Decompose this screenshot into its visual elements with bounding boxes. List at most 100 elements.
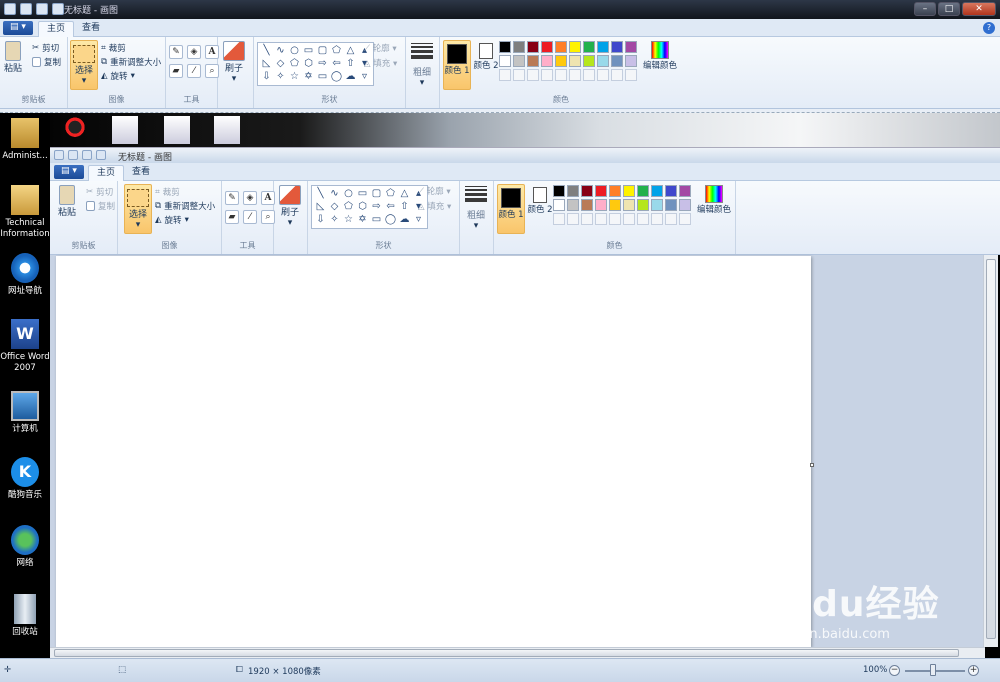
custom-color-slot-1[interactable]	[513, 69, 525, 81]
color-swatch-1-6[interactable]	[583, 55, 595, 67]
color-picker-icon[interactable]: ⁄	[243, 210, 257, 224]
color-swatch-0-5[interactable]	[623, 185, 635, 197]
color-swatch-1-0[interactable]	[553, 199, 565, 211]
color2-button[interactable]: 颜色 2	[473, 43, 499, 71]
rectangle-shape-icon[interactable]: ▭	[302, 45, 315, 57]
callout-oval-shape-icon[interactable]: ◯	[384, 214, 397, 226]
desktop-icon-recycle-bin[interactable]: 回收站	[0, 594, 50, 638]
hexagon-shape-icon[interactable]: ⬡	[302, 58, 315, 70]
color-picker-icon[interactable]: ⁄	[187, 64, 201, 78]
callout-cloud-shape-icon[interactable]: ☁	[344, 71, 357, 83]
fill-bucket-icon[interactable]: ◈	[243, 191, 257, 205]
qq-icon[interactable]	[62, 116, 88, 144]
inner-color-palette[interactable]	[553, 185, 691, 225]
custom-color-slot-4[interactable]	[555, 69, 567, 81]
vertical-scroll-thumb[interactable]	[986, 259, 996, 639]
color-swatch-0-9[interactable]	[625, 41, 637, 53]
four-star-shape-icon[interactable]: ✧	[274, 71, 287, 83]
zoom-out-button[interactable]: −	[889, 665, 900, 676]
color-swatch-0-7[interactable]	[597, 41, 609, 53]
word-doc-icon[interactable]	[164, 116, 190, 144]
custom-color-slot-8[interactable]	[665, 213, 677, 225]
inner-color1-button[interactable]: 颜色 1	[497, 184, 525, 234]
inner-size-button[interactable]: 粗细 ▾	[465, 186, 487, 231]
select-button[interactable]: 选择 ▾	[70, 40, 98, 90]
callout-cloud-shape-icon[interactable]: ☁	[398, 214, 411, 226]
color-swatch-1-0[interactable]	[499, 55, 511, 67]
color-swatch-1-7[interactable]	[597, 55, 609, 67]
five-star-shape-icon[interactable]: ☆	[288, 71, 301, 83]
color-swatch-0-4[interactable]	[555, 41, 567, 53]
color-swatch-1-4[interactable]	[555, 55, 567, 67]
color-swatch-1-7[interactable]	[651, 199, 663, 211]
custom-color-slot-6[interactable]	[583, 69, 595, 81]
custom-color-slot-2[interactable]	[527, 69, 539, 81]
triangle-shape-icon[interactable]: △	[344, 45, 357, 57]
custom-color-slot-1[interactable]	[567, 213, 579, 225]
custom-color-slot-3[interactable]	[595, 213, 607, 225]
shapes-gallery[interactable]: ╲ ∿ ○ ▭ ▢ ⬠ △ ▴ ◺ ◇ ⬠ ⬡ ⇨ ⇦ ⇧ ▾ ⇩ ✧ ☆ ✡ ▭ ◯ ☁ ▿	[257, 42, 374, 86]
desktop-icon-computer[interactable]: 计算机	[0, 391, 50, 435]
right-arrow-shape-icon[interactable]: ⇨	[316, 58, 329, 70]
custom-color-slot-9[interactable]	[625, 69, 637, 81]
four-star-shape-icon[interactable]: ✧	[328, 214, 341, 226]
copy-button[interactable]: 复制	[32, 56, 61, 68]
polygon-shape-icon[interactable]: ⬠	[330, 45, 343, 57]
inner-redo-icon[interactable]	[96, 150, 106, 160]
custom-color-slot-8[interactable]	[611, 69, 623, 81]
color-swatch-1-5[interactable]	[623, 199, 635, 211]
inner-color2-button[interactable]: 颜色 2	[527, 187, 553, 215]
right-triangle-shape-icon[interactable]: ◺	[314, 201, 327, 213]
color-swatch-0-6[interactable]	[637, 185, 649, 197]
hexagon-shape-icon[interactable]: ⬡	[356, 201, 369, 213]
rectangle-shape-icon[interactable]: ▭	[356, 188, 369, 200]
inner-edit-colors-button[interactable]: 编辑颜色	[697, 185, 731, 215]
color-swatch-0-6[interactable]	[583, 41, 595, 53]
close-button[interactable]: ✕	[962, 2, 996, 16]
color-swatch-0-2[interactable]	[527, 41, 539, 53]
color-swatch-1-1[interactable]	[513, 55, 525, 67]
desktop-icon-kugou[interactable]: K 酷狗音乐	[0, 457, 50, 501]
inner-app-icon[interactable]	[54, 150, 64, 160]
gallery-expand-icon[interactable]: ▿	[358, 71, 371, 83]
magnifier-icon[interactable]: ⌕	[205, 64, 219, 78]
desktop-icon-word[interactable]: W Office Word 2007	[0, 319, 50, 374]
pentagon-shape-icon[interactable]: ⬠	[342, 201, 355, 213]
oval-shape-icon[interactable]: ○	[288, 45, 301, 57]
right-triangle-shape-icon[interactable]: ◺	[260, 58, 273, 70]
color-swatch-1-8[interactable]	[611, 55, 623, 67]
inner-brush-button[interactable]: 刷子 ▾	[279, 185, 301, 228]
curve-shape-icon[interactable]: ∿	[274, 45, 287, 57]
app-icon[interactable]	[4, 3, 16, 15]
custom-color-slot-2[interactable]	[581, 213, 593, 225]
inner-crop-button[interactable]: ⌗ 裁剪	[155, 186, 180, 198]
rounded-rect-shape-icon[interactable]: ▢	[370, 188, 383, 200]
vertical-scrollbar[interactable]	[983, 255, 998, 647]
down-arrow-shape-icon[interactable]: ⇩	[260, 71, 273, 83]
redo-icon[interactable]	[52, 3, 64, 15]
inner-paint-menu-button[interactable]: ▤ ▾	[54, 165, 84, 179]
outline-button[interactable]: ⟋ 轮廓 ▾	[364, 42, 397, 54]
crop-button[interactable]: ⌗ 裁剪	[101, 42, 126, 54]
text-tool-icon[interactable]: A	[205, 45, 219, 59]
save-icon[interactable]	[20, 3, 32, 15]
tab-home[interactable]: 主页	[38, 21, 75, 37]
custom-color-slot-0[interactable]	[553, 213, 565, 225]
gallery-expand-icon[interactable]: ▿	[412, 214, 425, 226]
desktop-icon-administrator[interactable]: Administ...	[0, 118, 50, 162]
color-swatch-0-2[interactable]	[581, 185, 593, 197]
color-swatch-1-3[interactable]	[541, 55, 553, 67]
color-swatch-1-9[interactable]	[679, 199, 691, 211]
callout-oval-shape-icon[interactable]: ◯	[330, 71, 343, 83]
desktop-icon-network[interactable]: 网络	[0, 525, 50, 569]
inner-tab-view[interactable]: 查看	[124, 165, 158, 181]
custom-color-slot-9[interactable]	[679, 213, 691, 225]
color-swatch-1-2[interactable]	[581, 199, 593, 211]
brush-button[interactable]: 刷子 ▾	[223, 41, 245, 84]
left-arrow-shape-icon[interactable]: ⇦	[330, 58, 343, 70]
up-arrow-shape-icon[interactable]: ⇧	[344, 58, 357, 70]
triangle-shape-icon[interactable]: △	[398, 188, 411, 200]
color-swatch-0-4[interactable]	[609, 185, 621, 197]
canvas-resize-handle-right[interactable]	[810, 463, 814, 467]
custom-color-slot-3[interactable]	[541, 69, 553, 81]
